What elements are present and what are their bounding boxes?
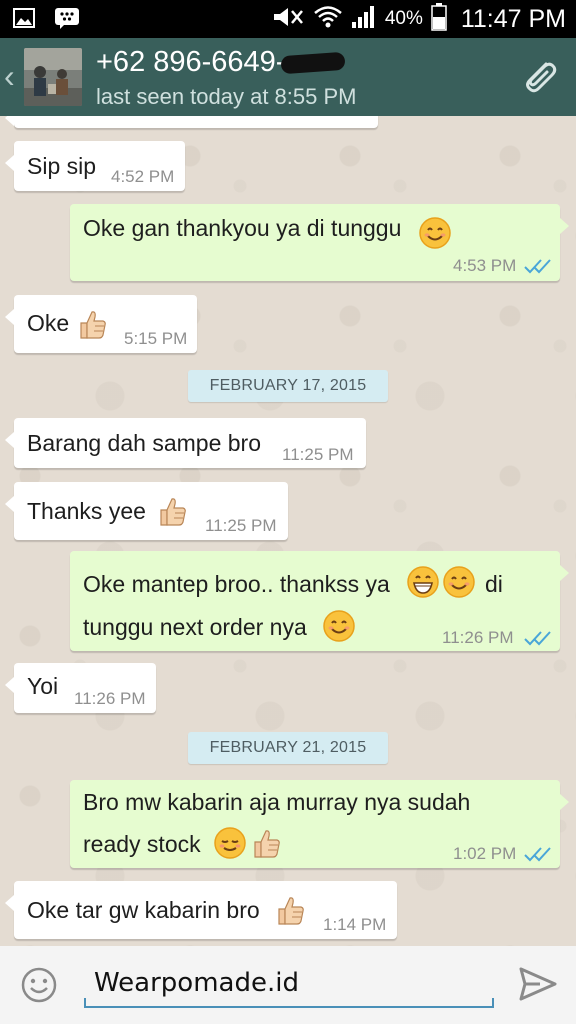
message-time: 11:26 PM <box>442 628 514 647</box>
message-list[interactable]: Sip sip 4:52 PM Oke gan thankyou ya di t… <box>0 116 576 946</box>
message-text: Oke tar gw kabarin bro <box>27 897 260 923</box>
message-bubble-incoming[interactable]: Oke 5:15 PM <box>5 295 197 353</box>
message-time: 5:15 PM <box>124 329 188 348</box>
date-divider: FEBRUARY 17, 2015 <box>188 370 388 402</box>
message-text-line2: ready stock <box>83 831 201 857</box>
message-time: 1:02 PM <box>453 844 517 863</box>
image-icon <box>12 6 36 35</box>
message-text: Barang dah sampe bro <box>27 430 261 456</box>
read-ticks-icon <box>524 846 552 862</box>
status-bar: 40% 11:47 PM <box>0 0 576 38</box>
smile-emoji-icon <box>418 216 452 250</box>
back-icon[interactable]: ‹ <box>4 58 15 94</box>
date-divider: FEBRUARY 21, 2015 <box>188 732 388 764</box>
redaction-mark <box>280 52 347 75</box>
message-bubble-incoming[interactable]: Yoi 11:26 PM <box>5 663 156 713</box>
message-time: 4:53 PM <box>453 256 517 275</box>
message-time: 11:26 PM <box>74 689 146 708</box>
thumbs-up-emoji-icon <box>74 307 108 341</box>
message-time: 4:52 PM <box>111 167 175 186</box>
read-ticks-icon <box>524 258 552 274</box>
battery-percent: 40% <box>384 8 423 29</box>
message-text-line1: Bro mw kabarin aja murray nya sudah <box>83 789 471 815</box>
message-time: 1:14 PM <box>323 915 387 934</box>
message-bubble-outgoing[interactable]: Bro mw kabarin aja murray nya sudah read… <box>70 780 569 868</box>
contact-name[interactable]: +62 896-6649- <box>96 46 347 79</box>
wifi-icon <box>313 4 343 35</box>
compose-bar <box>0 946 576 1024</box>
read-ticks-icon <box>524 630 552 646</box>
message-bubble-incoming[interactable]: Oke tar gw kabarin bro 1:14 PM <box>5 881 397 939</box>
smile-emoji-icon <box>322 609 356 643</box>
relieved-emoji-icon <box>213 826 247 860</box>
message-text: Thanks yee <box>27 498 146 524</box>
signal-icon <box>351 5 377 34</box>
message-time: 11:25 PM <box>282 445 354 464</box>
message-text: Yoi <box>27 673 59 699</box>
bbm-icon <box>54 6 80 35</box>
message-bubble-incoming[interactable]: Barang dah sampe bro 11:25 PM <box>5 418 366 468</box>
message-text-line1: Oke mantep broo.. thankss ya <box>83 571 390 597</box>
message-text: Oke gan thankyou ya di tunggu <box>83 215 402 241</box>
message-text: Oke <box>27 310 70 336</box>
clock: 11:47 PM <box>460 4 566 33</box>
battery-icon <box>431 2 447 36</box>
chat-header: ‹ +62 896-6649- last seen today at 8:55 … <box>0 38 576 116</box>
smile-emoji-icon <box>442 565 476 599</box>
message-bubble-incoming[interactable]: Sip sip 4:52 PM <box>5 141 185 191</box>
message-text: Sip sip <box>27 153 97 179</box>
message-time: 11:25 PM <box>205 516 277 535</box>
last-seen-status: last seen today at 8:55 PM <box>96 84 357 109</box>
message-bubble-outgoing[interactable]: Oke gan thankyou ya di tunggu 4:53 PM <box>70 204 569 281</box>
thumbs-up-emoji-icon <box>272 893 306 927</box>
message-bubble-partial[interactable] <box>5 116 378 128</box>
thumbs-up-emoji-icon <box>248 826 282 860</box>
message-bubble-incoming[interactable]: Thanks yee 11:25 PM <box>5 482 288 540</box>
mute-icon <box>271 5 305 34</box>
avatar[interactable] <box>24 48 82 106</box>
message-text-line2: tunggu next order nya <box>83 614 307 640</box>
attach-icon[interactable] <box>516 54 562 100</box>
message-text-line1-tail: di <box>485 571 503 597</box>
message-bubble-outgoing[interactable]: Oke mantep broo.. thankss ya di tunggu n… <box>70 551 569 651</box>
grin-emoji-icon <box>406 565 440 599</box>
emoji-icon[interactable] <box>20 966 58 1004</box>
send-icon[interactable] <box>518 966 558 1002</box>
thumbs-up-emoji-icon <box>154 494 188 528</box>
input-underline <box>84 998 494 1008</box>
